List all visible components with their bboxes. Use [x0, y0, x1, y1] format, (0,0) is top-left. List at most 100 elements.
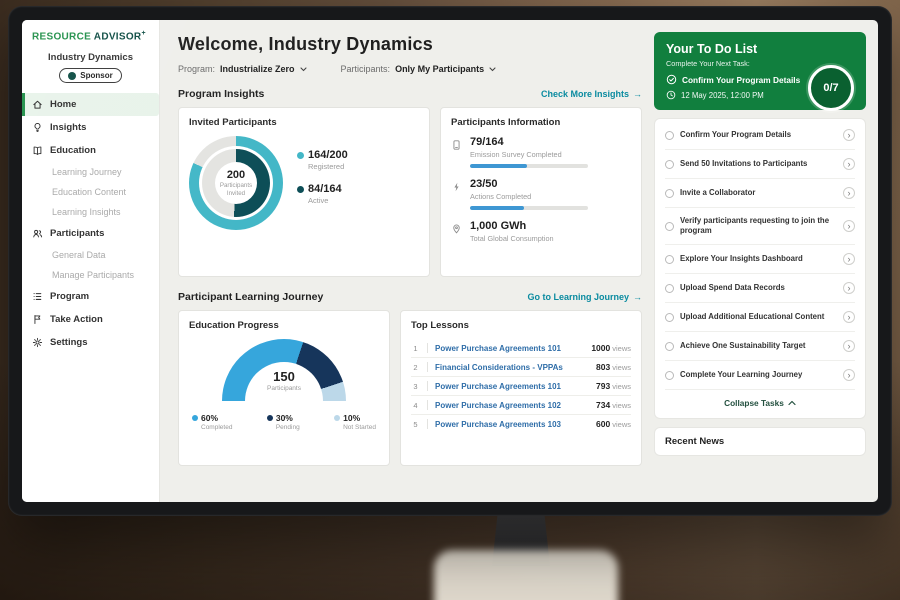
sidebar-item-settings[interactable]: Settings [22, 331, 159, 354]
lesson-link[interactable]: Power Purchase Agreements 101 [435, 344, 585, 353]
sidebar-item-manage-participants[interactable]: Manage Participants [22, 265, 159, 285]
chevron-right-icon[interactable]: › [843, 369, 855, 381]
task-checkbox[interactable] [665, 371, 674, 380]
section-title: Program Insights [178, 88, 264, 100]
task-checkbox[interactable] [665, 131, 674, 140]
lesson-link[interactable]: Financial Considerations - VPPAs [435, 363, 590, 372]
sidebar-item-education-content[interactable]: Education Content [22, 182, 159, 202]
task-checkbox[interactable] [665, 222, 674, 231]
sponsor-label: Sponsor [80, 71, 112, 80]
desk-background: RESOURCE ADVISOR+ Industry Dynamics Spon… [0, 0, 900, 600]
chevron-right-icon[interactable]: › [843, 340, 855, 352]
education-progress-gauge: 150 Participants [222, 339, 346, 402]
pin-icon [451, 220, 463, 243]
check-more-insights-link[interactable]: Check More Insights → [541, 89, 642, 99]
chevron-up-icon [788, 400, 796, 406]
lesson-link[interactable]: Power Purchase Agreements 102 [435, 401, 590, 410]
chevron-right-icon[interactable]: › [843, 158, 855, 170]
todo-next-task[interactable]: Confirm Your Program Details [666, 74, 816, 85]
sponsor-badge[interactable]: Sponsor [59, 68, 121, 83]
program-filter-label: Program: [178, 64, 215, 74]
lesson-row: 5 Power Purchase Agreements 103 600views [411, 415, 631, 433]
task-checkbox[interactable] [665, 284, 674, 293]
legend-dot [334, 415, 340, 421]
legend-dot [267, 415, 273, 421]
sidebar-item-program[interactable]: Program [22, 285, 159, 308]
brand-plus: + [141, 30, 145, 37]
sidebar-item-learning-insights[interactable]: Learning Insights [22, 202, 159, 222]
stat-global-consumption: 1,000 GWh Total Global Consumption [451, 220, 631, 243]
lesson-link[interactable]: Power Purchase Agreements 103 [435, 420, 590, 429]
page-title: Welcome, Industry Dynamics [178, 34, 642, 55]
home-icon [32, 99, 43, 110]
program-filter[interactable]: Program: Industrialize Zero [178, 64, 307, 74]
sponsor-icon [68, 72, 76, 80]
monitor-stand-base [434, 550, 618, 600]
chevron-right-icon[interactable]: › [843, 282, 855, 294]
progress-bar [470, 164, 588, 168]
top-lessons-card: Top Lessons 1 Power Purchase Agreements … [400, 310, 642, 466]
collapse-tasks-button[interactable]: Collapse Tasks [665, 390, 855, 414]
todo-tasks-card: Confirm Your Program Details › Send 50 I… [654, 118, 866, 419]
lightbulb-icon [32, 122, 43, 133]
clock-icon [666, 90, 676, 100]
meter-icon [451, 136, 463, 168]
top-lessons-list: 1 Power Purchase Agreements 101 1000view… [411, 339, 631, 433]
lesson-link[interactable]: Power Purchase Agreements 101 [435, 382, 590, 391]
sidebar-item-insights[interactable]: Insights [22, 116, 159, 139]
education-progress-card: Education Progress 150 Participants [178, 310, 390, 466]
task-checkbox[interactable] [665, 255, 674, 264]
brand-primary: RESOURCE [32, 31, 91, 42]
chevron-right-icon[interactable]: › [843, 187, 855, 199]
todo-task-row[interactable]: Explore Your Insights Dashboard › [665, 245, 855, 274]
task-checkbox[interactable] [665, 189, 674, 198]
todo-task-row[interactable]: Invite a Collaborator › [665, 179, 855, 208]
recent-news-header: Recent News [654, 427, 866, 456]
todo-task-row[interactable]: Complete Your Learning Journey › [665, 361, 855, 390]
sidebar-item-learning-journey[interactable]: Learning Journey [22, 162, 159, 182]
sidebar: RESOURCE ADVISOR+ Industry Dynamics Spon… [22, 20, 160, 502]
sidebar-item-education[interactable]: Education [22, 139, 159, 162]
todo-task-row[interactable]: Confirm Your Program Details › [665, 121, 855, 150]
divider [427, 400, 428, 410]
progress-bar [470, 206, 588, 210]
dashboard-app: RESOURCE ADVISOR+ Industry Dynamics Spon… [22, 20, 878, 502]
gear-icon [32, 337, 43, 348]
book-icon [32, 145, 43, 156]
check-circle-icon [666, 74, 677, 85]
sidebar-item-take-action[interactable]: Take Action [22, 308, 159, 331]
legend-dot [192, 415, 198, 421]
donut-legend: 164/200 Registered 84/ [297, 149, 348, 217]
participants-filter[interactable]: Participants: Only My Participants [341, 64, 497, 74]
chevron-right-icon[interactable]: › [843, 220, 855, 232]
chevron-right-icon[interactable]: › [843, 253, 855, 265]
todo-task-row[interactable]: Verify participants requesting to join t… [665, 208, 855, 245]
todo-task-row[interactable]: Upload Spend Data Records › [665, 274, 855, 303]
sidebar-item-participants[interactable]: Participants [22, 222, 159, 245]
brand-secondary: ADVISOR [94, 31, 142, 42]
task-checkbox[interactable] [665, 160, 674, 169]
sidebar-nav: Home Insights Education Learning Journey [22, 93, 159, 354]
chevron-right-icon[interactable]: › [843, 311, 855, 323]
task-checkbox[interactable] [665, 313, 674, 322]
todo-task-row[interactable]: Send 50 Invitations to Participants › [665, 150, 855, 179]
card-title: Participants Information [451, 117, 631, 128]
divider [427, 362, 428, 372]
chevron-down-icon [489, 67, 496, 72]
program-insights-header: Program Insights Check More Insights → [178, 88, 642, 100]
legend-item: 30% Pending [267, 413, 300, 431]
legend-item: 10% Not Started [334, 413, 376, 431]
chevron-right-icon[interactable]: › [843, 129, 855, 141]
todo-card: Your To Do List Complete Your Next Task:… [654, 32, 866, 110]
participant-learning-header: Participant Learning Journey Go to Learn… [178, 291, 642, 303]
stat-emission-survey: 79/164 Emission Survey Completed [451, 136, 631, 168]
todo-task-row[interactable]: Upload Additional Educational Content › [665, 303, 855, 332]
task-checkbox[interactable] [665, 342, 674, 351]
sidebar-item-home[interactable]: Home [22, 93, 159, 116]
sidebar-item-general-data[interactable]: General Data [22, 245, 159, 265]
lesson-row: 1 Power Purchase Agreements 101 1000view… [411, 339, 631, 358]
lesson-row: 2 Financial Considerations - VPPAs 803vi… [411, 358, 631, 377]
invited-participants-card: Invited Participants 200 Participants In… [178, 107, 430, 277]
go-to-learning-journey-link[interactable]: Go to Learning Journey → [527, 292, 642, 302]
todo-task-row[interactable]: Achieve One Sustainability Target › [665, 332, 855, 361]
